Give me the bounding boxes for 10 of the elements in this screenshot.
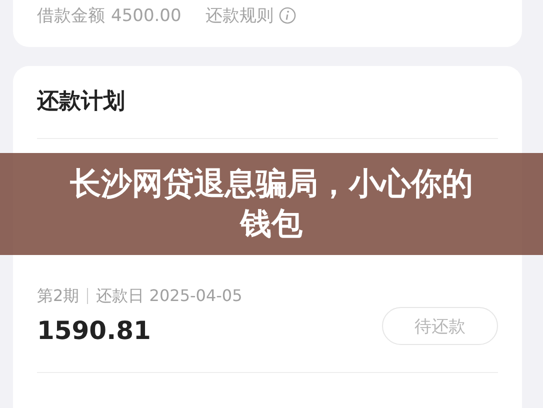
period-label: 第2期 (37, 286, 80, 306)
rules-link[interactable]: 还款规则 (205, 4, 274, 27)
loan-amount: 4500.00 (111, 6, 182, 26)
overlay-title: 长沙网贷退息骗局，小心你的钱包 (69, 165, 474, 244)
info-icon[interactable] (279, 7, 296, 24)
due-date: 还款日 2025-04-05 (96, 286, 242, 306)
installment-amount: 1590.81 (37, 317, 152, 345)
pending-button[interactable]: 待还款 (382, 307, 498, 345)
section-title: 还款计划 (37, 66, 498, 139)
loan-amount-label: 借款金额 (37, 5, 105, 27)
